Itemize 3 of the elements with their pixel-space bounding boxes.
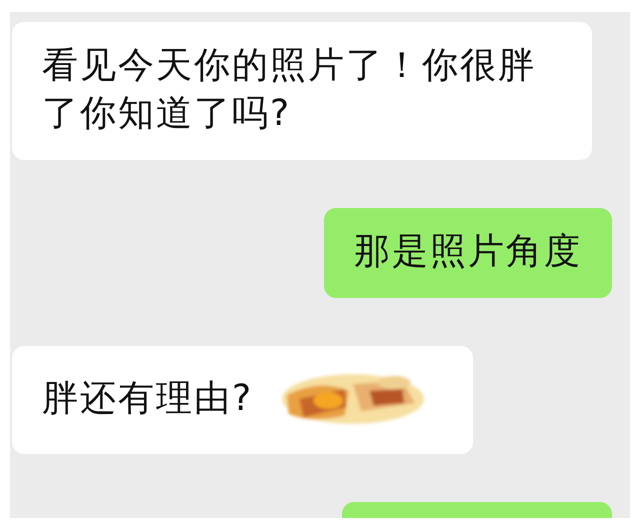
message-text: 胖还有理由?: [42, 377, 254, 421]
message-text: 那是照片角度: [354, 230, 582, 274]
message-text: 看见今天你的照片了！你很胖了你知道了吗?: [42, 44, 537, 136]
